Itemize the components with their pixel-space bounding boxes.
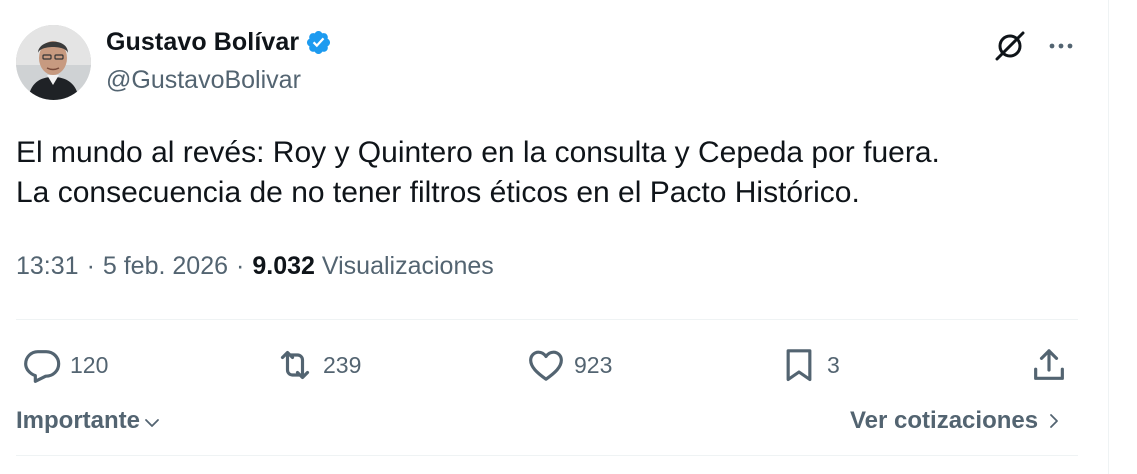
more-icon — [1049, 43, 1073, 49]
grok-button[interactable] — [990, 26, 1030, 66]
author-handle[interactable]: @GustavoBolivar — [106, 66, 301, 95]
divider — [16, 319, 1078, 320]
tweet-card: Gustavo Bolívar @GustavoBolivar El mundo… — [0, 0, 1108, 474]
chevron-right-icon — [1050, 414, 1058, 428]
column-border — [1108, 0, 1109, 474]
share-button[interactable] — [1029, 343, 1069, 387]
reply-icon — [24, 350, 61, 383]
share-icon — [1034, 349, 1064, 380]
bookmark-count: 3 — [827, 351, 840, 378]
bookmark-icon — [786, 349, 812, 382]
author-display-name[interactable]: Gustavo Bolívar — [106, 28, 299, 57]
view-quotes-label: Ver cotizaciones — [850, 407, 1039, 434]
chevron-down-icon — [145, 419, 159, 427]
avatar[interactable] — [16, 25, 91, 100]
repost-count: 239 — [323, 351, 362, 378]
reply-count: 120 — [70, 351, 109, 378]
author-name-row[interactable]: Gustavo Bolívar — [106, 28, 332, 57]
like-icon — [529, 350, 563, 381]
bookmark-button[interactable]: 3 — [779, 343, 840, 387]
avatar-image — [16, 25, 91, 100]
more-options-button[interactable] — [1041, 26, 1081, 66]
views-count[interactable]: 9.032 — [252, 252, 315, 281]
sort-replies-dropdown[interactable]: Importante — [16, 407, 162, 435]
verified-badge-icon[interactable] — [305, 29, 332, 56]
tweet-metadata: 13:31 · 5 feb. 2026 · 9.032 Visualizacio… — [16, 252, 494, 281]
like-count: 923 — [574, 351, 613, 378]
view-quotes-link[interactable]: Ver cotizaciones — [850, 407, 1064, 435]
views-label[interactable]: Visualizaciones — [322, 252, 494, 281]
meta-separator: · — [236, 252, 245, 280]
tweet-time[interactable]: 13:31 — [16, 252, 79, 281]
tweet-date[interactable]: 5 feb. 2026 — [103, 252, 228, 281]
grok-icon — [995, 31, 1025, 61]
like-button[interactable]: 923 — [526, 343, 612, 387]
repost-button[interactable]: 239 — [275, 343, 361, 387]
reply-button[interactable]: 120 — [22, 343, 108, 387]
repost-icon — [280, 350, 310, 380]
divider — [16, 455, 1078, 456]
tweet-text: El mundo al revés: Roy y Quintero en la … — [16, 136, 940, 209]
sort-label: Importante — [16, 407, 141, 434]
meta-separator: · — [86, 252, 95, 280]
